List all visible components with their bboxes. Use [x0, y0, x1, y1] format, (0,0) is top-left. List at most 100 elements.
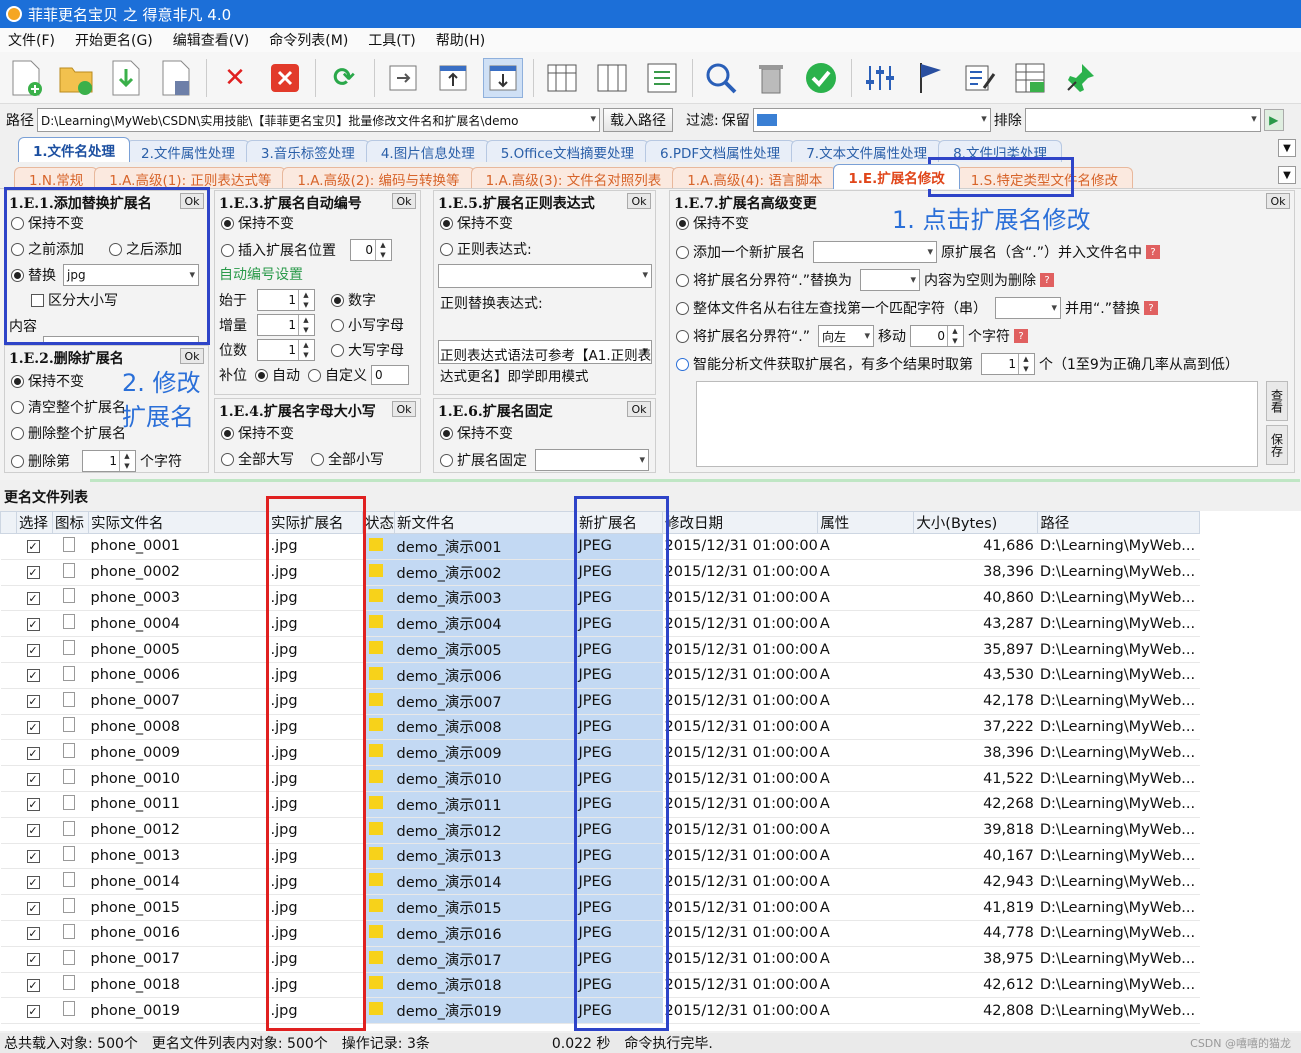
ok-button[interactable]: Ok — [180, 348, 204, 364]
option-keep[interactable]: 保持不变 — [11, 371, 84, 391]
option-delete-all[interactable]: 删除整个扩展名 — [11, 423, 126, 443]
import-icon[interactable] — [106, 58, 146, 98]
checkbox[interactable]: ✓ — [26, 566, 40, 580]
radio[interactable] — [221, 452, 234, 466]
radio[interactable] — [11, 454, 24, 468]
delete-nth-spinner[interactable]: 1 — [82, 450, 136, 472]
menu-file[interactable]: 文件(F) — [8, 30, 55, 50]
checkbox[interactable]: ✓ — [26, 1004, 40, 1018]
select-checkbox[interactable]: ✓ — [16, 714, 53, 741]
checkbox[interactable]: ✓ — [26, 617, 40, 631]
tab-filename[interactable]: 1.文件名处理 — [18, 137, 131, 162]
columns-right-icon[interactable] — [592, 58, 632, 98]
move-right-icon[interactable] — [383, 58, 423, 98]
list-options-icon[interactable] — [642, 58, 682, 98]
select-checkbox[interactable]: ✓ — [16, 997, 53, 1025]
checkbox[interactable]: ✓ — [26, 901, 40, 915]
radio[interactable] — [331, 293, 344, 307]
fixed-ext-combo[interactable]: ▾ — [535, 449, 649, 471]
radio[interactable] — [331, 343, 344, 357]
sliders-icon[interactable] — [860, 58, 900, 98]
col-status[interactable]: 状态 — [362, 511, 395, 534]
radio[interactable] — [676, 357, 689, 371]
select-checkbox[interactable]: ✓ — [16, 739, 53, 767]
col-icon[interactable]: 图标 — [52, 511, 89, 534]
smart-result-textarea[interactable] — [696, 381, 1258, 467]
custom-pad-input[interactable]: 0 — [371, 365, 409, 385]
radio[interactable] — [440, 216, 453, 230]
path-combo[interactable]: D:\Learning\MyWeb\CSDN\实用技能\【菲菲更名宝贝】批量修改… — [37, 108, 600, 132]
select-checkbox[interactable]: ✓ — [16, 791, 53, 818]
tab-music-tags[interactable]: 3.音乐标签处理 — [245, 140, 370, 162]
option-keep[interactable]: 保持不变 — [221, 423, 294, 443]
option-keep[interactable]: 保持不变 — [440, 423, 513, 443]
ok-button[interactable]: Ok — [1266, 193, 1290, 209]
col-select[interactable]: 选择 — [16, 511, 53, 534]
ok-button[interactable]: Ok — [627, 401, 651, 417]
option-clear[interactable]: 清空整个扩展名 — [11, 397, 126, 417]
radio[interactable] — [676, 245, 689, 259]
radio[interactable] — [11, 374, 24, 388]
checkbox[interactable]: ✓ — [26, 849, 40, 863]
radio[interactable] — [440, 426, 453, 440]
checkbox[interactable]: ✓ — [26, 772, 40, 786]
option-add-new[interactable]: 添加一个新扩展名 ▾ 原扩展名（含“.”）并入文件名中? — [676, 241, 1160, 263]
option-insert[interactable]: 插入扩展名位置 0 — [221, 239, 392, 261]
move-top-icon[interactable] — [433, 58, 473, 98]
option-smart-analyze[interactable]: 智能分析文件获取扩展名，有多个结果时取第 1 个（1至9为正确几率从高到低） — [676, 353, 1239, 375]
menu-command-list[interactable]: 命令列表(M) — [269, 30, 348, 50]
delete-red-x-icon[interactable]: ✕ — [215, 58, 255, 98]
radio[interactable] — [11, 400, 24, 414]
tab-advanced-encoding[interactable]: 1.A.高级(2): 编码与转换等 — [282, 167, 475, 189]
select-checkbox[interactable]: ✓ — [16, 636, 53, 663]
tab-general[interactable]: 1.N.常规 — [14, 167, 99, 189]
radio[interactable] — [676, 273, 689, 287]
checkbox[interactable]: ✓ — [26, 824, 40, 838]
digits-spinner[interactable]: 1 — [257, 339, 315, 361]
start-spinner[interactable]: 1 — [257, 289, 315, 311]
table-icon[interactable] — [1010, 58, 1050, 98]
option-keep[interactable]: 保持不变 — [440, 213, 513, 233]
help-icon[interactable]: ? — [1145, 245, 1160, 259]
select-checkbox[interactable]: ✓ — [16, 559, 53, 586]
menu-start-rename[interactable]: 开始更名(G) — [75, 30, 153, 50]
radio[interactable] — [676, 329, 689, 343]
tab-image-info[interactable]: 4.图片信息处理 — [365, 140, 490, 162]
radio[interactable] — [331, 318, 344, 332]
radio[interactable] — [440, 453, 453, 467]
pin-icon[interactable] — [1060, 58, 1100, 98]
radio[interactable] — [311, 452, 324, 466]
exclude-combo[interactable]: ▾ — [1024, 108, 1261, 132]
filter-combo[interactable]: ▾ — [752, 108, 991, 132]
select-checkbox[interactable]: ✓ — [16, 533, 53, 560]
checkbox[interactable]: ✓ — [26, 669, 40, 683]
checkbox[interactable]: ✓ — [26, 953, 40, 967]
execute-check-icon[interactable] — [801, 58, 841, 98]
option-keep[interactable]: 保持不变 — [221, 213, 294, 233]
sep-replace-combo[interactable]: ▾ — [859, 269, 920, 291]
col-actual-name[interactable]: 实际文件名 — [88, 511, 269, 534]
new-ext-combo[interactable]: ▾ — [813, 241, 937, 263]
save-button[interactable]: 保存 — [1266, 425, 1288, 465]
select-checkbox[interactable]: ✓ — [16, 610, 53, 638]
radio[interactable] — [221, 243, 234, 257]
checkbox[interactable]: ✓ — [26, 978, 40, 992]
select-checkbox[interactable]: ✓ — [16, 946, 53, 973]
radio[interactable] — [676, 216, 689, 230]
open-folder-icon[interactable] — [56, 58, 96, 98]
col-size[interactable]: 大小(Bytes) — [913, 511, 1039, 534]
radio[interactable] — [255, 368, 268, 382]
select-checkbox[interactable]: ✓ — [16, 920, 53, 947]
load-path-button[interactable]: 载入路径 — [603, 108, 673, 132]
edit-icon[interactable] — [960, 58, 1000, 98]
select-checkbox[interactable]: ✓ — [16, 972, 53, 999]
col-modified-date[interactable]: 修改日期 — [661, 511, 819, 534]
splitter[interactable] — [90, 479, 1300, 482]
select-checkbox[interactable]: ✓ — [16, 765, 53, 792]
subtab-scroll-down-icon[interactable]: ▼ — [1278, 166, 1296, 184]
tab-advanced-regex[interactable]: 1.A.高级(1): 正则表达式等 — [94, 167, 287, 189]
increment-spinner[interactable]: 1 — [257, 314, 315, 336]
select-checkbox[interactable]: ✓ — [16, 817, 53, 844]
regex-combo[interactable]: ▾ — [438, 264, 652, 288]
search-string-combo[interactable]: ▾ — [995, 297, 1061, 319]
